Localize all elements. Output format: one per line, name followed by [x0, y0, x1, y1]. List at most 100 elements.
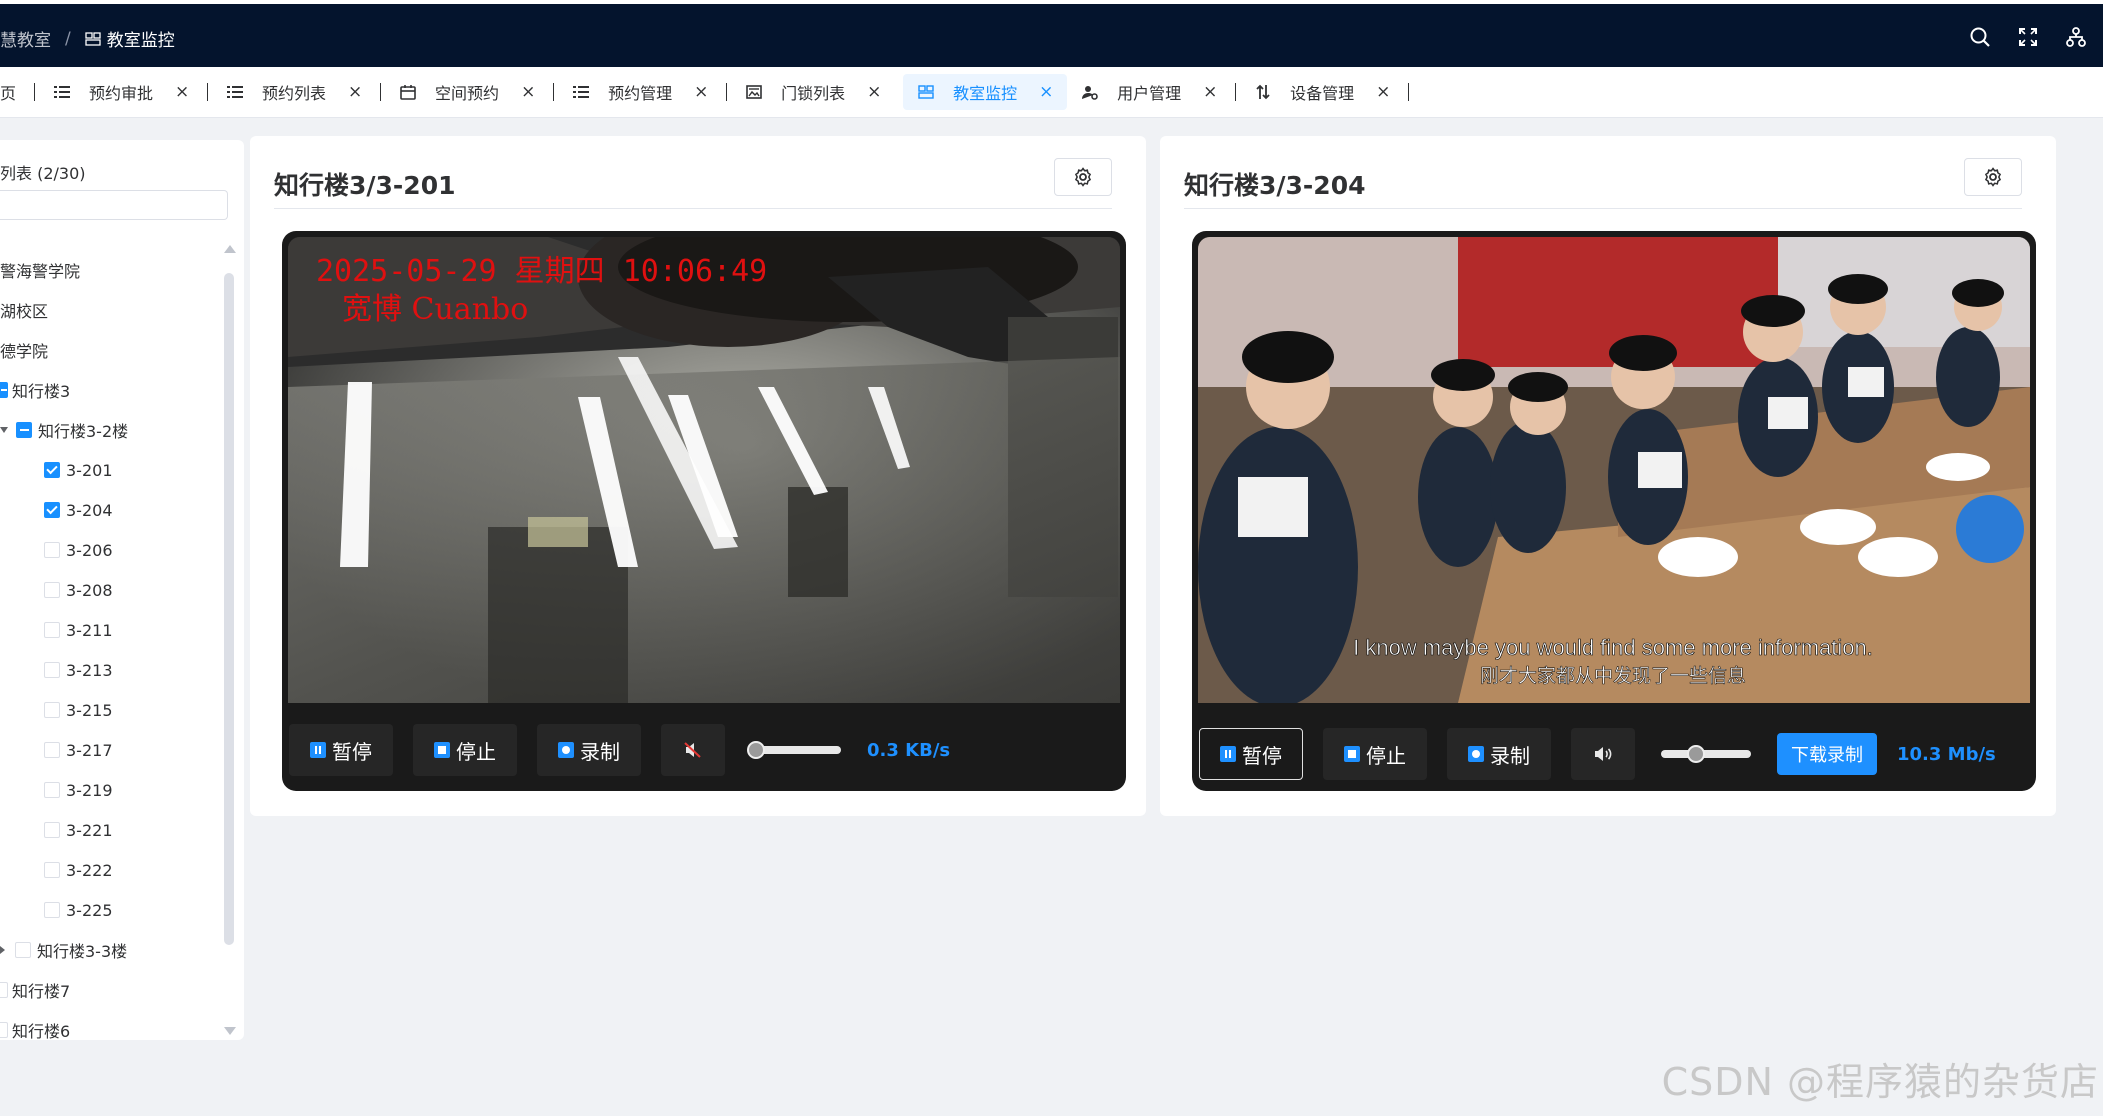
title-divider [1184, 208, 2022, 209]
tree-node[interactable]: 知行楼6 [0, 1010, 70, 1040]
tab-divider [1235, 83, 1237, 101]
tree-checkbox[interactable] [44, 622, 60, 638]
volume-knob[interactable] [747, 741, 765, 759]
tree-checkbox[interactable] [44, 662, 60, 678]
tree-node[interactable]: 3-221 [44, 810, 113, 850]
tab-device-management[interactable]: 设备管理 × [1240, 74, 1404, 110]
tree-checkbox[interactable] [44, 702, 60, 718]
video-player: I know maybe you would find some more in… [1192, 231, 2036, 791]
tree-node[interactable]: 3-225 [44, 890, 113, 930]
tree-node[interactable]: 知行楼3-3楼 [0, 930, 127, 970]
tree-checkbox[interactable] [44, 542, 60, 558]
tree-node[interactable]: 警海警学院 [0, 250, 80, 290]
tree-checkbox[interactable] [44, 502, 60, 518]
tree-node[interactable]: 3-215 [44, 690, 113, 730]
tab-booking-list[interactable]: 预约列表 × [212, 74, 376, 110]
search-icon[interactable] [1969, 26, 1991, 48]
caret-right-icon[interactable] [0, 946, 5, 954]
tab-home[interactable]: 页 [0, 74, 30, 110]
close-icon[interactable]: × [521, 82, 535, 102]
fullscreen-icon[interactable] [2017, 26, 2039, 48]
tree-checkbox[interactable] [44, 822, 60, 838]
volume-knob[interactable] [1687, 745, 1705, 763]
tab-space-booking[interactable]: 空间预约 × [385, 74, 549, 110]
volume-slider[interactable] [1661, 745, 1751, 763]
osd-datetime: 2025-05-29 星期四 10:06:49 [316, 254, 767, 289]
record-button[interactable]: 录制 [1447, 728, 1551, 780]
tree-node[interactable]: 知行楼7 [0, 970, 70, 1010]
tab-booking-management[interactable]: 预约管理 × [558, 74, 722, 110]
mute-button[interactable] [661, 724, 725, 776]
tab-user-management[interactable]: 用户管理 × [1067, 74, 1231, 110]
tree-checkbox[interactable] [44, 462, 60, 478]
tree-node[interactable]: 湖校区 [0, 290, 48, 330]
volume-button[interactable] [1571, 728, 1635, 780]
close-icon[interactable]: × [694, 82, 708, 102]
bitrate-readout: 10.3 Mb/s [1897, 743, 1996, 765]
stop-icon [1344, 746, 1360, 762]
tree-checkbox[interactable] [0, 982, 8, 998]
tree-node[interactable]: 3-213 [44, 650, 113, 690]
pause-button[interactable]: 暂停 [1199, 728, 1303, 780]
scroll-down-arrow-icon[interactable] [224, 1027, 236, 1035]
record-icon [1468, 746, 1484, 762]
tree-scrollbar[interactable] [222, 245, 236, 1035]
tabs-bar: 页 预约审批 × 预约列表 × 空间预约 × 预约管理 × 门锁列表 × 教室监… [0, 67, 2103, 118]
tree-node[interactable]: 知行楼3-2楼 [0, 410, 128, 450]
tab-lock-list[interactable]: 门锁列表 × [731, 74, 895, 110]
scroll-thumb[interactable] [224, 273, 234, 945]
tree-node[interactable]: 3-211 [44, 610, 113, 650]
tree-node[interactable]: 3-204 [44, 490, 113, 530]
tree-node[interactable]: 3-201 [44, 450, 113, 490]
close-icon[interactable]: × [1039, 82, 1053, 102]
monitor-icon [85, 31, 101, 46]
breadcrumb-parent[interactable]: 慧教室 [0, 26, 51, 51]
video-feed[interactable]: I know maybe you would find some more in… [1198, 237, 2030, 703]
close-icon[interactable]: × [348, 82, 362, 102]
volume-slider[interactable] [747, 741, 841, 759]
tree-node[interactable]: 德学院 [0, 330, 48, 370]
tree-checkbox[interactable] [0, 382, 8, 398]
tree-node[interactable]: 3-208 [44, 570, 113, 610]
speaker-icon [1595, 747, 1612, 761]
tree-checkbox[interactable] [44, 862, 60, 878]
stop-button[interactable]: 停止 [413, 724, 517, 776]
video-subtitle-zh: 刚才大家都从中发现了一些信息 [1480, 665, 1746, 687]
tree-node[interactable]: 3-219 [44, 770, 113, 810]
tree-node[interactable]: 知行楼3 [0, 370, 70, 410]
tab-booking-approval[interactable]: 预约审批 × [39, 74, 203, 110]
tree-node[interactable]: 3-206 [44, 530, 113, 570]
video-feed[interactable]: 2025-05-29 星期四 10:06:49 宽博 Cuanbo [288, 237, 1120, 703]
tree-node[interactable]: 3-222 [44, 850, 113, 890]
monitor-icon [917, 83, 935, 101]
close-icon[interactable]: × [1203, 82, 1217, 102]
tab-divider [34, 83, 36, 101]
record-button[interactable]: 录制 [537, 724, 641, 776]
tree-checkbox[interactable] [44, 742, 60, 758]
pause-button[interactable]: 暂停 [289, 724, 393, 776]
scroll-up-arrow-icon[interactable] [224, 245, 236, 253]
tab-classroom-monitor[interactable]: 教室监控 × [903, 74, 1068, 110]
sort-icon [1254, 83, 1272, 101]
settings-button[interactable] [1964, 158, 2022, 196]
stop-button[interactable]: 停止 [1323, 728, 1427, 780]
speaker-muted-icon [684, 742, 701, 758]
gear-icon [1074, 167, 1092, 187]
tree-search-input[interactable] [0, 190, 228, 220]
tree-checkbox[interactable] [15, 942, 31, 958]
top-header: 慧教室 / 教室监控 [0, 0, 2103, 67]
tree-node[interactable]: 3-217 [44, 730, 113, 770]
close-icon[interactable]: × [175, 82, 189, 102]
close-icon[interactable]: × [1376, 82, 1390, 102]
settings-button[interactable] [1054, 158, 1112, 196]
tree-checkbox[interactable] [0, 1022, 8, 1038]
download-recording-button[interactable]: 下载录制 [1777, 733, 1877, 775]
osd-brand: 宽博 Cuanbo [342, 292, 528, 327]
tree-checkbox[interactable] [44, 902, 60, 918]
tree-checkbox[interactable] [44, 782, 60, 798]
tree-checkbox[interactable] [44, 582, 60, 598]
caret-down-icon[interactable] [0, 427, 8, 433]
sitemap-icon[interactable] [2065, 26, 2087, 48]
close-icon[interactable]: × [867, 82, 881, 102]
tree-checkbox[interactable] [16, 422, 32, 438]
